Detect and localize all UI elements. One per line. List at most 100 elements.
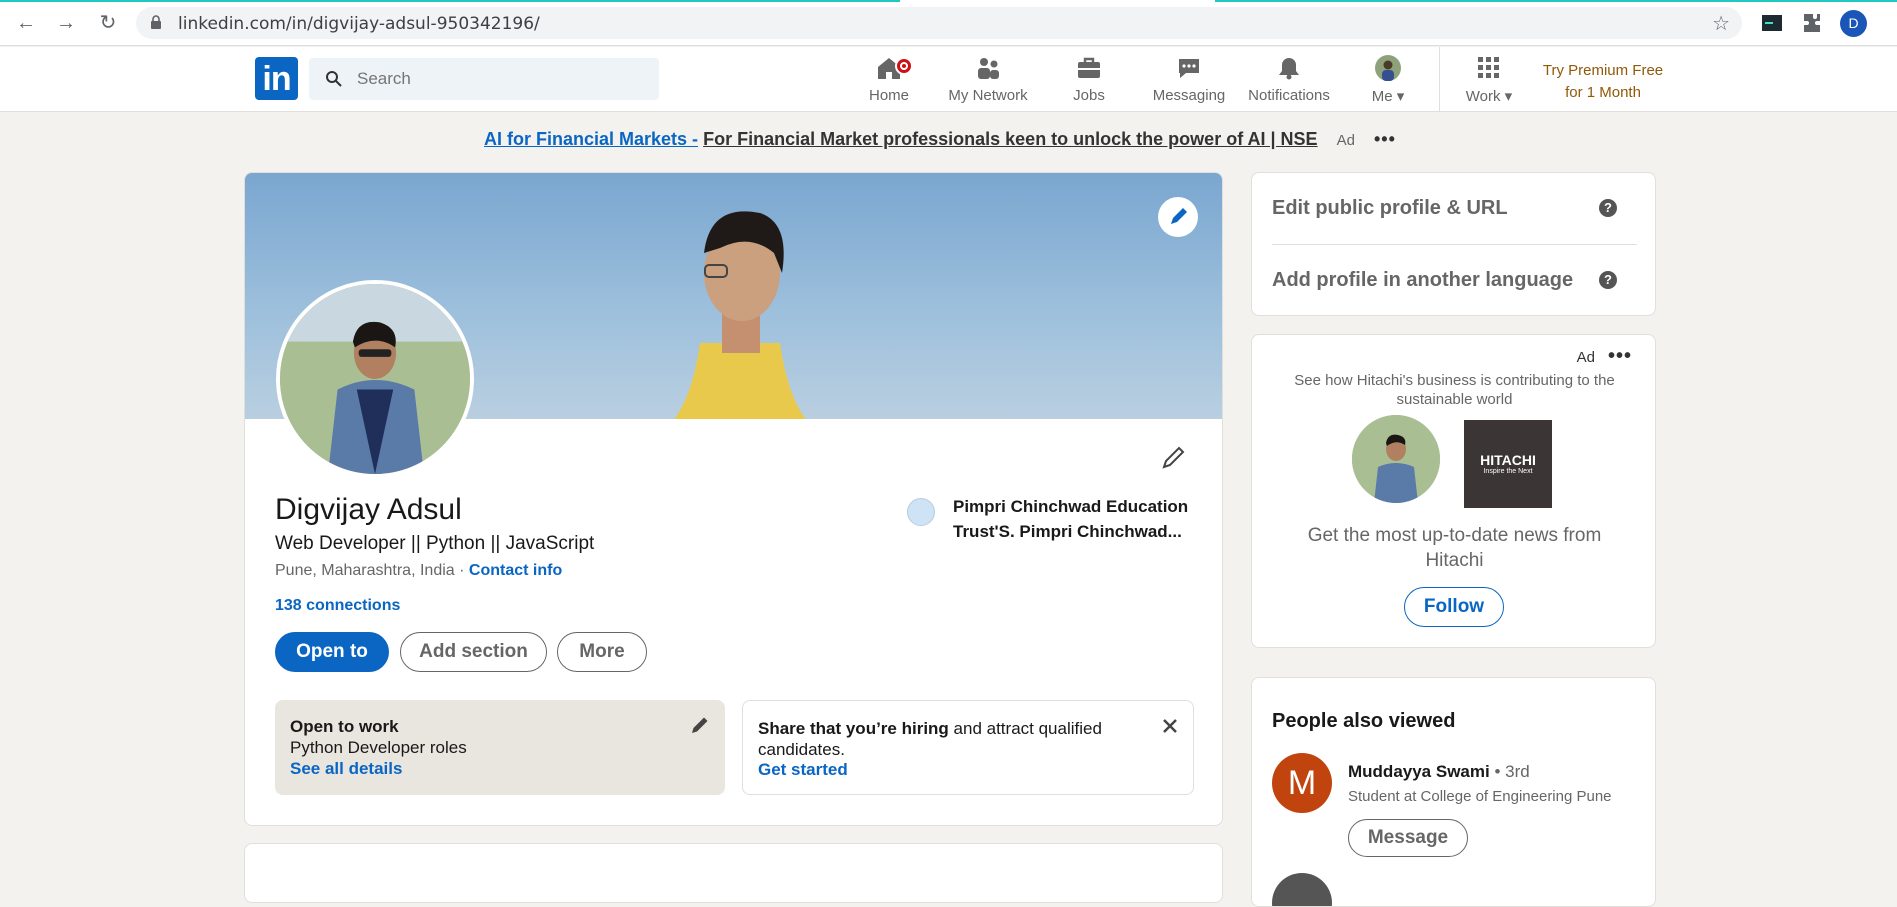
- nav-label: Messaging: [1152, 87, 1226, 104]
- nav-label: Notifications: [1248, 87, 1330, 104]
- person-avatar[interactable]: M: [1272, 753, 1332, 813]
- ad-tag: Ad: [1336, 132, 1355, 149]
- back-icon[interactable]: ←: [14, 12, 38, 34]
- contact-info-link[interactable]: Contact info: [469, 562, 562, 579]
- message-button[interactable]: Message: [1348, 819, 1468, 857]
- more-options-icon[interactable]: •••: [1374, 129, 1396, 149]
- bell-icon: [1279, 58, 1299, 80]
- linkedin-logo[interactable]: in: [255, 57, 298, 100]
- url-text: linkedin.com/in/digvijay-adsul-950342196…: [178, 14, 540, 34]
- see-all-details-link[interactable]: See all details: [290, 759, 402, 779]
- ad-banner[interactable]: AI for Financial Markets - For Financial…: [484, 129, 1396, 150]
- add-section-button[interactable]: Add section: [400, 632, 547, 672]
- reload-icon[interactable]: ↻: [96, 12, 120, 34]
- person-avatar[interactable]: [1272, 873, 1332, 906]
- nav-label: Jobs: [1073, 87, 1105, 104]
- search-box[interactable]: [309, 58, 659, 100]
- linkedin-header: in Home My Network Jobs Messaging Notifi…: [0, 47, 1897, 112]
- divider: [1272, 244, 1637, 245]
- edit-cover-button[interactable]: [1158, 197, 1198, 237]
- person-name[interactable]: Muddayya Swami • 3rd: [1348, 762, 1530, 782]
- profile-name: Digvijay Adsul: [275, 493, 462, 526]
- pencil-icon: [1171, 208, 1187, 224]
- connections-link[interactable]: 138 connections: [275, 597, 400, 615]
- browser-toolbar: ← → ↻ linkedin.com/in/digvijay-adsul-950…: [0, 0, 1897, 46]
- search-input[interactable]: [357, 66, 647, 92]
- ad-text[interactable]: For Financial Market professionals keen …: [703, 129, 1318, 149]
- hitachi-logo-tagline: Inspire the Next: [1483, 468, 1533, 475]
- hiring-bold: Share that you’re hiring: [758, 719, 949, 738]
- grid-icon: [1478, 57, 1499, 78]
- location-separator: ·: [459, 562, 465, 579]
- ad-link[interactable]: AI for Financial Markets -: [484, 129, 698, 149]
- user-avatar: [1352, 415, 1440, 503]
- messaging-icon: [1179, 59, 1199, 78]
- ad-subtitle: See how Hitachi's business is contributi…: [1294, 372, 1615, 408]
- loading-bar: [1215, 0, 1897, 2]
- person-name-text: Muddayya Swami: [1348, 762, 1490, 781]
- sidebar-ad-card: Ad ••• See how Hitachi's business is con…: [1251, 334, 1656, 648]
- nav-label: Work ▾: [1465, 88, 1513, 105]
- get-started-link[interactable]: Get started: [758, 760, 848, 780]
- forward-icon[interactable]: →: [54, 12, 78, 34]
- school-logo: [907, 498, 935, 526]
- avatar: [1375, 55, 1401, 81]
- search-icon: [326, 71, 342, 87]
- lock-icon: [151, 15, 161, 29]
- profile-headline: Web Developer || Python || JavaScript: [275, 533, 595, 554]
- avatar-image: [1352, 415, 1440, 503]
- ad-message: Get the most up-to-date news from Hitach…: [1307, 525, 1602, 571]
- ad-tag: Ad: [1576, 349, 1595, 366]
- bookmark-star-icon[interactable]: ☆: [1712, 11, 1730, 36]
- edit-public-profile-link[interactable]: Edit public profile & URL ?: [1272, 197, 1637, 220]
- nav-me[interactable]: Me ▾: [1336, 53, 1440, 109]
- hitachi-logo-text: HITACHI: [1480, 452, 1536, 468]
- help-icon[interactable]: ?: [1599, 199, 1617, 217]
- address-bar[interactable]: linkedin.com/in/digvijay-adsul-950342196…: [136, 7, 1742, 39]
- network-icon: [978, 58, 999, 79]
- profile-person-image: [280, 284, 470, 474]
- edit-public-profile-text: Edit public profile & URL: [1272, 197, 1508, 219]
- add-language-text: Add profile in another language: [1272, 269, 1574, 291]
- nav-label: Me ▾: [1371, 88, 1405, 105]
- profile-photo[interactable]: [276, 280, 474, 478]
- nav-work[interactable]: Work ▾: [1437, 53, 1541, 109]
- open-to-button[interactable]: Open to: [275, 632, 389, 672]
- next-section-card: [244, 843, 1223, 903]
- person-description: Student at College of Engineering Pune: [1348, 788, 1612, 805]
- extensions-puzzle-icon[interactable]: [1800, 11, 1824, 35]
- open-to-work-title: Open to work: [290, 717, 399, 736]
- extension-terminal-icon[interactable]: [1760, 11, 1784, 35]
- premium-line-2: for 1 Month: [1565, 84, 1641, 101]
- browser-profile-avatar[interactable]: D: [1840, 10, 1867, 37]
- nav-home[interactable]: Home: [837, 53, 941, 109]
- nav-my-network[interactable]: My Network: [936, 53, 1040, 109]
- help-icon[interactable]: ?: [1599, 271, 1617, 289]
- loading-bar: [0, 0, 900, 2]
- nav-messaging[interactable]: Messaging: [1137, 53, 1241, 109]
- open-to-work-box: Open to work Python Developer roles See …: [275, 700, 725, 795]
- edit-pencil-icon[interactable]: [689, 714, 711, 736]
- nav-jobs[interactable]: Jobs: [1037, 53, 1141, 109]
- follow-button[interactable]: Follow: [1404, 587, 1504, 627]
- hitachi-logo[interactable]: HITACHI Inspire the Next: [1464, 420, 1552, 508]
- profile-settings-card: Edit public profile & URL ? Add profile …: [1251, 172, 1656, 316]
- premium-line-1: Try Premium Free: [1542, 62, 1664, 79]
- close-icon[interactable]: [1159, 715, 1181, 737]
- connection-degree: • 3rd: [1494, 762, 1530, 781]
- premium-link[interactable]: Try Premium Free for 1 Month: [1538, 60, 1668, 104]
- cover-person-image: [674, 211, 806, 419]
- profile-card: Digvijay Adsul Web Developer || Python |…: [244, 172, 1223, 826]
- nav-label: Home: [868, 87, 909, 104]
- add-language-profile-link[interactable]: Add profile in another language ?: [1272, 269, 1637, 292]
- more-button[interactable]: More: [557, 632, 647, 672]
- hiring-box: Share that you’re hiring and attract qua…: [742, 700, 1194, 795]
- section-title: People also viewed: [1272, 710, 1456, 732]
- nav-notifications[interactable]: Notifications: [1237, 53, 1341, 109]
- people-also-viewed-card: People also viewed M Muddayya Swami • 3r…: [1251, 677, 1656, 907]
- edit-intro-pencil-icon[interactable]: [1160, 443, 1188, 471]
- notification-badge: [895, 57, 913, 75]
- school-name: Pimpri Chinchwad Education Trust'S. Pimp…: [953, 497, 1189, 541]
- more-options-icon[interactable]: •••: [1608, 345, 1632, 368]
- hiring-text: Share that you’re hiring and attract qua…: [758, 718, 1128, 760]
